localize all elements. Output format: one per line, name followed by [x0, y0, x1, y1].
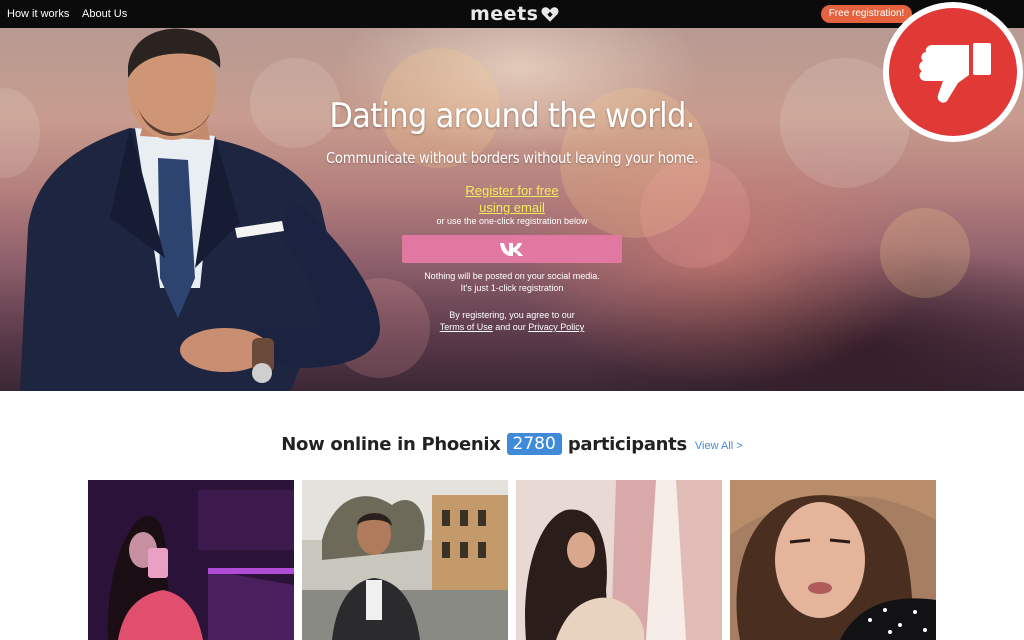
member-photo	[302, 480, 508, 640]
hero-subtitle: Communicate without borders without leav…	[325, 149, 699, 167]
register-free-link[interactable]: Register for free	[400, 183, 624, 198]
privacy-policy-link[interactable]: Privacy Policy	[528, 322, 584, 332]
terms-line: Terms of Use and our Privacy Policy	[362, 322, 662, 332]
member-photo	[516, 480, 722, 640]
terms-of-use-link[interactable]: Terms of Use	[440, 322, 493, 332]
member-photo	[88, 480, 294, 640]
member-photo-card[interactable]	[302, 480, 508, 640]
bokeh-light	[640, 158, 750, 268]
view-all-link[interactable]: View All >	[695, 440, 743, 452]
top-navigation-bar: How it works About Us meets Free registr…	[0, 0, 1024, 28]
member-photo	[730, 480, 936, 640]
hero-man-photo	[20, 28, 380, 391]
online-suffix: participants	[567, 433, 687, 455]
register-email-link[interactable]: using email	[400, 200, 624, 215]
hero-section: Dating around the world. Communicate wit…	[0, 28, 1024, 391]
free-registration-button[interactable]: Free registration!	[821, 5, 912, 23]
site-logo[interactable]: meets	[470, 3, 559, 25]
thumbs-down-icon	[919, 43, 991, 103]
logo-text: meets	[470, 3, 539, 25]
nav-how-it-works-link[interactable]: How it works	[7, 8, 69, 20]
hero-title: Dating around the world.	[329, 96, 695, 136]
member-photo-card[interactable]	[88, 480, 294, 640]
agree-text: By registering, you agree to our	[449, 310, 575, 320]
nav-about-us-link[interactable]: About Us	[82, 8, 127, 20]
member-photo-card[interactable]	[730, 480, 936, 640]
thumbs-down-circle	[889, 8, 1017, 136]
bokeh-light	[880, 208, 970, 298]
vk-register-button[interactable]	[402, 235, 622, 263]
nothing-posted-note: Nothing will be posted on your social me…	[424, 271, 600, 281]
heart-logo-icon	[541, 6, 559, 22]
thumbs-down-badge	[883, 2, 1023, 142]
and-our-text: and our	[495, 322, 526, 332]
online-count-badge: 2780	[506, 433, 562, 455]
one-click-note: It's just 1-click registration	[460, 283, 564, 293]
member-photos-grid	[88, 480, 936, 640]
one-click-hint: or use the one-click registration below	[436, 216, 588, 226]
online-prefix: Now online in Phoenix	[281, 433, 501, 455]
online-now-heading: Now online in Phoenix 2780 participants …	[0, 430, 1024, 458]
member-photo-card[interactable]	[516, 480, 722, 640]
vk-icon	[500, 243, 523, 256]
